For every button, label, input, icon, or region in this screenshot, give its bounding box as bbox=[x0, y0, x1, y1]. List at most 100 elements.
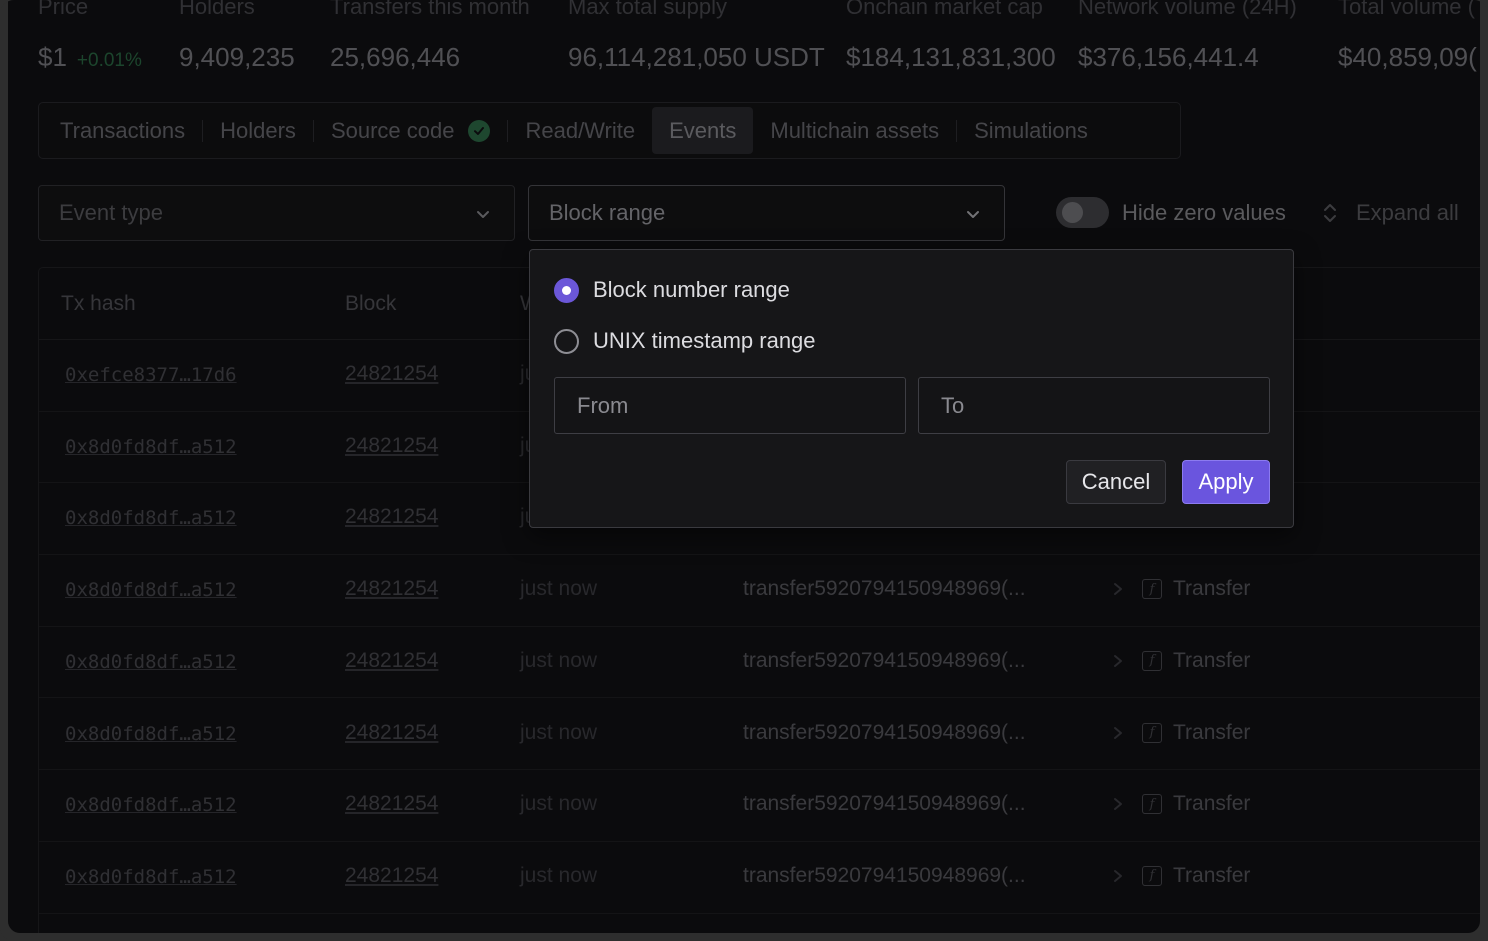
stat-value-market-cap: $184,131,831,300 bbox=[846, 42, 1056, 72]
event-type-label: Event type bbox=[59, 200, 163, 225]
block-link[interactable]: 24821254 bbox=[345, 362, 438, 386]
block-link[interactable]: 24821254 bbox=[345, 505, 438, 529]
block-link[interactable]: 24821254 bbox=[345, 792, 438, 816]
radio-option-block-number[interactable]: Block number range bbox=[554, 277, 790, 303]
chevron-down-icon bbox=[967, 211, 979, 218]
block-range-select[interactable]: Block range bbox=[528, 185, 1005, 241]
chevron-down-icon bbox=[477, 211, 489, 218]
block-range-label: Block range bbox=[549, 200, 666, 225]
function-icon: f bbox=[1142, 722, 1162, 743]
toggle-knob bbox=[1062, 202, 1083, 223]
cancel-button[interactable]: Cancel bbox=[1066, 460, 1166, 504]
block-link[interactable]: 24821254 bbox=[345, 721, 438, 745]
price-change: +0.01% bbox=[76, 50, 142, 71]
block-link[interactable]: 24821254 bbox=[345, 434, 438, 458]
app-screen: Price $1 +0.01% Holders 9,409,235 Transfe… bbox=[8, 0, 1480, 933]
window-frame: Price $1 +0.01% Holders 9,409,235 Transfe… bbox=[0, 0, 1488, 941]
tx-age: just now bbox=[520, 792, 598, 816]
tx-hash-link[interactable]: 0xefce8377…17d6 bbox=[65, 364, 237, 386]
block-link[interactable]: 24821254 bbox=[345, 864, 438, 888]
tx-hash-link[interactable]: 0x8d0fd8df…a512 bbox=[65, 507, 237, 529]
apply-button[interactable]: Apply bbox=[1182, 460, 1270, 504]
method-name: transfer5920794150948969(... bbox=[743, 720, 1026, 744]
table-row[interactable]: 0x8d0fd8df…a512 24821254 just now transfer5… bbox=[39, 555, 1480, 627]
method-name: transfer5920794150948969(... bbox=[743, 648, 1026, 672]
stat-label-supply: Max total supply bbox=[568, 0, 727, 19]
expand-all-button[interactable]: Expand all bbox=[1322, 200, 1459, 226]
stat-label-transfers: Transfers this month bbox=[330, 0, 530, 19]
tx-hash-link[interactable]: 0x8d0fd8df…a512 bbox=[65, 723, 237, 745]
from-input[interactable] bbox=[554, 377, 906, 434]
block-link[interactable]: 24821254 bbox=[345, 577, 438, 601]
tx-hash-link[interactable]: 0x8d0fd8df…a512 bbox=[65, 651, 237, 673]
radio-option-unix-timestamp[interactable]: UNIX timestamp range bbox=[554, 328, 816, 354]
tab-transactions[interactable]: Transactions bbox=[43, 107, 202, 154]
tab-holders[interactable]: Holders bbox=[203, 107, 313, 154]
chevron-right-icon[interactable] bbox=[1111, 723, 1125, 747]
block-range-popover: Block number range UNIX timestamp range … bbox=[529, 249, 1294, 528]
radio-label-block-number: Block number range bbox=[593, 277, 790, 302]
event-name: f Transfer bbox=[1142, 577, 1250, 601]
tab-read-write[interactable]: Read/Write bbox=[508, 107, 652, 154]
tx-age: just now bbox=[520, 648, 598, 672]
stat-value-transfers: 25,696,446 bbox=[330, 42, 461, 72]
function-icon: f bbox=[1142, 650, 1162, 671]
chevron-right-icon[interactable] bbox=[1111, 579, 1125, 603]
verified-check-icon bbox=[468, 119, 491, 142]
tx-hash-link[interactable]: 0x8d0fd8df…a512 bbox=[65, 436, 237, 458]
price-value: $1 bbox=[38, 42, 67, 72]
tx-age: just now bbox=[520, 577, 598, 601]
contract-tabs: Transactions Holders Source code Read/Wr… bbox=[38, 102, 1181, 159]
expand-all-label: Expand all bbox=[1356, 200, 1459, 225]
stat-label-holders: Holders bbox=[179, 0, 255, 19]
event-name: f Transfer bbox=[1142, 792, 1250, 816]
radio-label-unix-timestamp: UNIX timestamp range bbox=[593, 328, 816, 353]
table-row[interactable]: 0x8d0fd8df…a512 24821254 just now transfer5… bbox=[39, 627, 1480, 699]
stat-value-price: $1 +0.01% bbox=[38, 42, 142, 73]
event-label: Transfer bbox=[1173, 792, 1251, 816]
block-link[interactable]: 24821254 bbox=[345, 649, 438, 673]
event-label: Transfer bbox=[1173, 863, 1251, 887]
tx-age: just now bbox=[520, 720, 598, 744]
event-name: f Transfer bbox=[1142, 721, 1250, 745]
chevron-right-icon[interactable] bbox=[1111, 651, 1125, 675]
event-name: f Transfer bbox=[1142, 864, 1250, 888]
table-row[interactable]: 0x8d0fd8df…a512 24821254 just now transfer5… bbox=[39, 699, 1480, 771]
function-icon: f bbox=[1142, 579, 1162, 600]
event-label: Transfer bbox=[1173, 648, 1251, 672]
event-label: Transfer bbox=[1173, 577, 1251, 601]
method-name: transfer5920794150948969(... bbox=[743, 792, 1026, 816]
event-name: f Transfer bbox=[1142, 649, 1250, 673]
hide-zero-toggle[interactable] bbox=[1056, 197, 1109, 228]
tab-source-code-label: Source code bbox=[330, 117, 455, 143]
tx-hash-link[interactable]: 0x8d0fd8df…a512 bbox=[65, 579, 237, 601]
stat-value-holders: 9,409,235 bbox=[179, 42, 295, 72]
tab-events[interactable]: Events bbox=[652, 107, 754, 154]
table-row[interactable]: 0x8d0fd8df…a512 24821254 just now transfer5… bbox=[39, 842, 1480, 914]
tx-hash-link[interactable]: 0x8d0fd8df…a512 bbox=[65, 866, 237, 888]
function-icon: f bbox=[1142, 794, 1162, 815]
stat-label-network-volume: Network volume (24H) bbox=[1078, 0, 1297, 19]
event-label: Transfer bbox=[1173, 720, 1251, 744]
chevron-right-icon[interactable] bbox=[1111, 866, 1125, 890]
function-icon: f bbox=[1142, 865, 1162, 886]
event-type-select[interactable]: Event type bbox=[38, 185, 515, 241]
tab-source-code[interactable]: Source code bbox=[314, 107, 508, 154]
method-name: transfer5920794150948969(... bbox=[743, 863, 1026, 887]
tx-hash-link[interactable]: 0x8d0fd8df…a512 bbox=[65, 794, 237, 816]
stat-value-supply: 96,114,281,050 USDT bbox=[568, 42, 825, 72]
stat-value-total-volume: $40,859,09( bbox=[1338, 42, 1477, 72]
radio-checked-icon bbox=[554, 277, 579, 303]
column-header-tx-hash: Tx hash bbox=[61, 292, 136, 315]
tab-simulations[interactable]: Simulations bbox=[957, 107, 1105, 154]
stat-label-price: Price bbox=[38, 0, 89, 19]
chevron-right-icon[interactable] bbox=[1111, 794, 1125, 818]
to-input[interactable] bbox=[918, 377, 1270, 434]
tab-multichain-assets[interactable]: Multichain assets bbox=[753, 107, 956, 154]
stat-label-market-cap: Onchain market cap bbox=[846, 0, 1043, 19]
method-name: transfer5920794150948969(... bbox=[743, 577, 1026, 601]
stat-value-network-volume: $376,156,441.4 bbox=[1078, 42, 1259, 72]
stat-label-total-volume: Total volume ( bbox=[1338, 0, 1475, 19]
tx-age: just now bbox=[520, 863, 598, 887]
table-row[interactable]: 0x8d0fd8df…a512 24821254 just now transfer5… bbox=[39, 770, 1480, 842]
